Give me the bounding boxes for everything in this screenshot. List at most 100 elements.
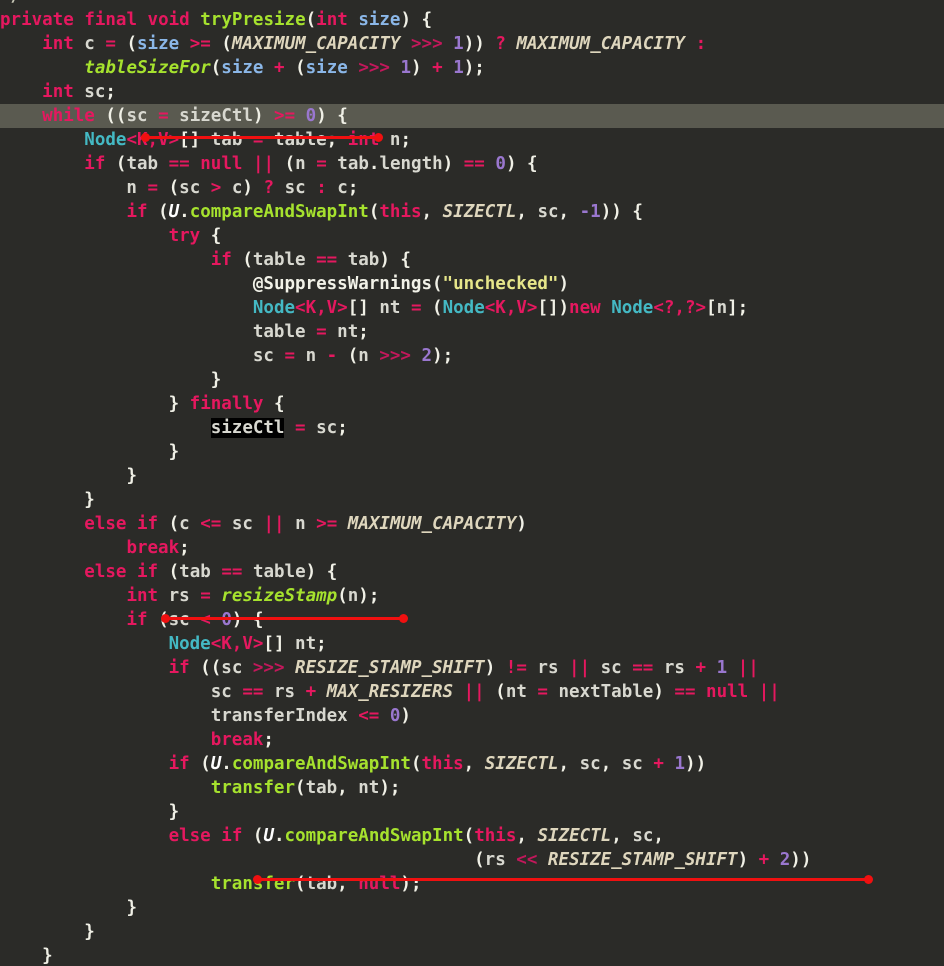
underline-resize-stamp-shift (257, 878, 868, 881)
code-line[interactable]: Node<K,V>[] nt = (Node<K,V>[])new Node<?… (0, 296, 944, 320)
code-token-pun: ; (347, 178, 359, 198)
code-line[interactable]: private final void tryPresize(int size) … (0, 8, 944, 32)
code-line[interactable]: } (0, 440, 944, 464)
code-token-gen: <K,V> (295, 298, 348, 318)
code-token-fld: size (137, 34, 180, 54)
code-token-op: || (737, 658, 759, 678)
code-token-id (0, 394, 169, 414)
code-token-id: n (284, 514, 317, 534)
code-line[interactable]: @SuppressWarnings("unchecked") (0, 272, 944, 296)
code-line[interactable]: } (0, 920, 944, 944)
code-token-op: = (410, 298, 422, 318)
code-token-pun: ) (653, 682, 664, 702)
code-token-id (443, 34, 454, 54)
code-token-id (685, 34, 696, 54)
code-line[interactable]: (rs << RESIZE_STAMP_SHIFT) + 2)) (0, 848, 944, 872)
code-line[interactable]: try { (0, 224, 944, 248)
code-token-id (158, 178, 169, 198)
code-token-id (0, 538, 126, 558)
code-line[interactable]: sc == rs + MAX_RESIZERS || (nt = nextTab… (0, 680, 944, 704)
code-line[interactable]: n = (sc > c) ? sc : c; (0, 176, 944, 200)
underline-if-sc-negative-endpoint (161, 614, 170, 623)
code-token-op: + (305, 682, 317, 702)
code-line[interactable]: break; (0, 536, 944, 560)
code-token-id (190, 658, 201, 678)
code-line[interactable]: transferIndex <= 0) (0, 704, 944, 728)
code-line[interactable]: table = nt; (0, 320, 944, 344)
source-code-listing[interactable]: */private final void tryPresize(int size… (0, 0, 944, 966)
code-token-op: + (758, 850, 770, 870)
code-token-shf: >>> (379, 346, 411, 366)
code-token-id (706, 658, 717, 678)
code-token-pun: , (421, 202, 433, 222)
code-line[interactable]: transfer(tab, nt); (0, 776, 944, 800)
code-token-pun: [] (179, 130, 201, 150)
code-token-occ: sizeCtl (210, 418, 285, 438)
code-token-id: sc (611, 754, 654, 774)
code-token-pun: ); (400, 874, 422, 894)
code-line[interactable]: } (0, 896, 944, 920)
code-line[interactable]: } finally { (0, 392, 944, 416)
code-line[interactable]: } (0, 464, 944, 488)
code-line[interactable]: sc = n - (n >>> 2); (0, 344, 944, 368)
code-token-fld: size (221, 58, 264, 78)
code-token-id: sc (0, 346, 285, 366)
code-token-cls: U (263, 826, 274, 846)
code-line[interactable]: int rs = resizeStamp(n); (0, 584, 944, 608)
code-token-kw: int (316, 10, 348, 30)
code-line[interactable]: transfer(tab, null); (0, 872, 944, 896)
code-line[interactable]: int sc; (0, 80, 944, 104)
code-line[interactable]: tableSizeFor(size + (size >>> 1) + 1); (0, 56, 944, 80)
code-line[interactable]: while ((sc = sizeCtl) >= 0) { (0, 104, 944, 128)
code-token-id (453, 682, 464, 702)
code-line[interactable]: } (0, 944, 944, 966)
code-token-op: = (147, 178, 159, 198)
code-token-op: != (505, 658, 527, 678)
code-token-id (263, 394, 274, 414)
code-line[interactable]: if (sc < 0) { (0, 608, 944, 632)
code-line[interactable]: else if (c <= sc || n >= MAXIMUM_CAPACIT… (0, 512, 944, 536)
code-token-pun: , (337, 874, 348, 894)
code-line[interactable]: if (U.compareAndSwapInt(this, SIZECTL, s… (0, 752, 944, 776)
code-line[interactable]: if (table == tab) { (0, 248, 944, 272)
code-line[interactable]: else if (tab == table) { (0, 560, 944, 584)
code-token-pun: ( (337, 586, 348, 606)
code-token-pun: ( (168, 514, 180, 534)
code-token-fld: size (305, 58, 348, 78)
code-line[interactable]: if (tab == null || (n = tab.length) == 0… (0, 152, 944, 176)
code-token-pun: ( (115, 154, 127, 174)
code-line[interactable]: int c = (size >= (MAXIMUM_CAPACITY >>> 1… (0, 32, 944, 56)
code-token-pun: , (600, 754, 612, 774)
code-token-cmp: <= (358, 706, 380, 726)
code-token-id (0, 634, 169, 654)
code-token-id (485, 682, 496, 702)
code-line[interactable]: } (0, 488, 944, 512)
code-line[interactable]: sizeCtl = sc; (0, 416, 944, 440)
code-token-cmp: > (210, 178, 222, 198)
code-token-id (95, 106, 106, 126)
code-token-id (411, 346, 422, 366)
code-token-id (0, 154, 84, 174)
code-token-mthi: resizeStamp (221, 586, 338, 606)
code-line[interactable]: Node<K,V>[] nt; (0, 632, 944, 656)
code-token-pun: . (274, 826, 285, 846)
code-token-op: || (463, 682, 485, 702)
code-token-id: tab (305, 778, 338, 798)
code-token-id (0, 274, 253, 294)
code-token-id (379, 706, 390, 726)
underline-resize-stamp-shift-endpoint (253, 875, 262, 884)
code-token-pun: )) { (600, 202, 643, 222)
code-token-cmp: >= (274, 106, 296, 126)
code-line[interactable]: } (0, 368, 944, 392)
code-token-mth: compareAndSwapInt (231, 754, 411, 774)
code-line[interactable]: } (0, 800, 944, 824)
code-token-id: tab (200, 130, 253, 150)
code-token-id: length (379, 154, 443, 174)
code-line[interactable]: if (U.compareAndSwapInt(this, SIZECTL, s… (0, 200, 944, 224)
code-line[interactable]: if ((sc >>> RESIZE_STAMP_SHIFT) != rs ||… (0, 656, 944, 680)
code-line[interactable]: */ (0, 0, 944, 8)
code-token-id: nt (505, 682, 538, 702)
code-token-kw: if (137, 514, 159, 534)
code-line[interactable]: break; (0, 728, 944, 752)
code-line[interactable]: else if (U.compareAndSwapInt(this, SIZEC… (0, 824, 944, 848)
